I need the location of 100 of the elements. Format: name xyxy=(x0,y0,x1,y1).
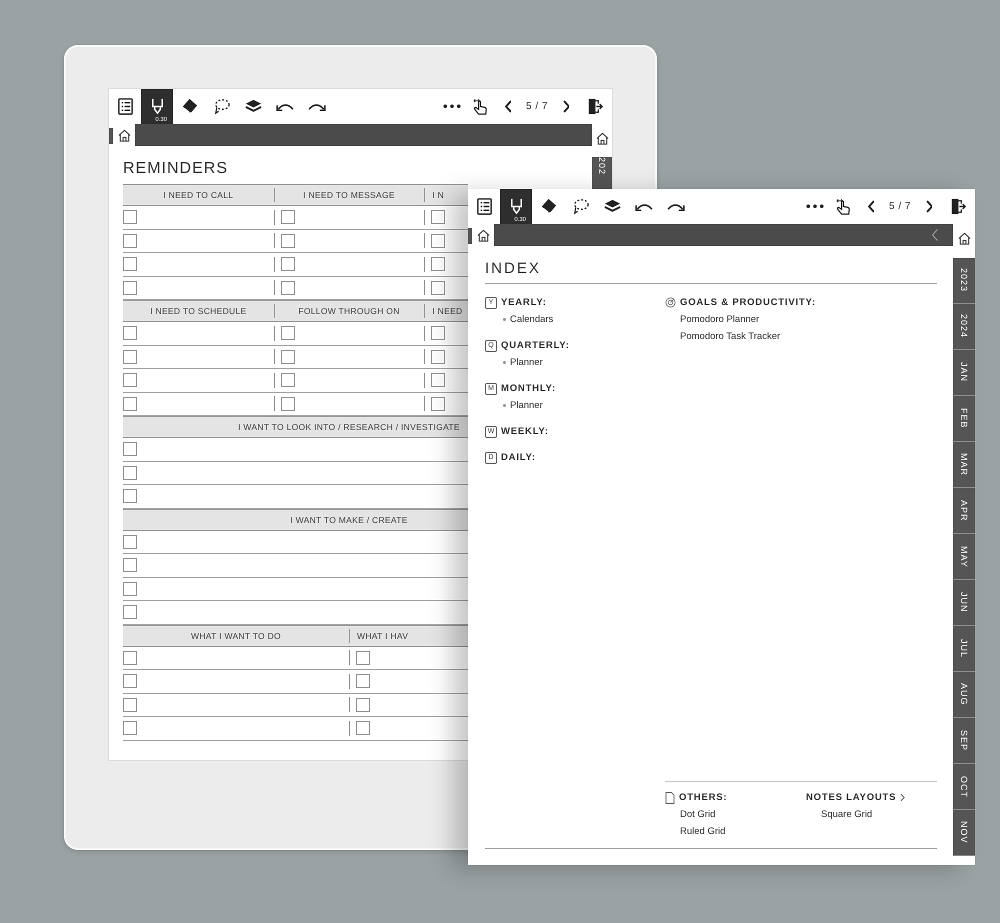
checkbox[interactable] xyxy=(280,373,295,388)
side-tab[interactable]: FEB xyxy=(953,396,975,442)
checkbox[interactable] xyxy=(280,280,295,295)
checkbox[interactable] xyxy=(280,350,295,364)
side-tab[interactable]: JUN xyxy=(953,580,975,626)
checkbox[interactable] xyxy=(280,326,295,340)
redo-icon xyxy=(308,102,326,110)
chevron-right-icon xyxy=(562,100,570,113)
side-tab[interactable]: AUG xyxy=(953,672,975,718)
checkbox[interactable] xyxy=(431,373,446,388)
side-tab[interactable]: 2023 xyxy=(953,258,975,304)
section-title[interactable]: GOALS & PRODUCTIVITY: xyxy=(680,297,816,308)
index-link[interactable]: Planner xyxy=(510,400,543,411)
index-link[interactable]: Calendars xyxy=(510,314,554,325)
checkbox[interactable] xyxy=(356,698,370,712)
checkbox[interactable] xyxy=(123,650,137,665)
chevron-right-icon xyxy=(900,793,906,802)
index-link[interactable]: Planner xyxy=(510,357,543,368)
home-icon[interactable] xyxy=(594,131,610,146)
checkbox[interactable] xyxy=(123,605,137,620)
checkbox[interactable] xyxy=(431,326,446,340)
checkbox[interactable] xyxy=(431,210,446,224)
index-link[interactable]: Dot Grid xyxy=(680,809,716,820)
checkbox[interactable] xyxy=(280,210,295,224)
checkbox[interactable] xyxy=(123,582,137,596)
column-header: I NEED TO MESSAGE xyxy=(302,189,396,202)
hand-icon xyxy=(470,97,490,116)
index-link[interactable]: Square Grid xyxy=(821,809,872,820)
checkbox[interactable] xyxy=(123,674,137,688)
checkbox[interactable] xyxy=(123,257,137,272)
checkbox[interactable] xyxy=(431,350,446,364)
checkbox[interactable] xyxy=(431,280,446,295)
checkbox[interactable] xyxy=(123,280,137,295)
list-icon xyxy=(116,97,134,116)
checkbox[interactable] xyxy=(123,350,137,364)
column-header: I NEED TO SCHEDULE xyxy=(149,305,248,318)
checkbox[interactable] xyxy=(123,234,137,248)
checkbox[interactable] xyxy=(280,396,295,411)
column-header: I NEED TO CALL xyxy=(162,189,234,202)
checkbox[interactable] xyxy=(431,257,446,272)
home-icon[interactable] xyxy=(476,228,490,242)
section-title[interactable]: DAILY: xyxy=(501,452,536,463)
checkbox[interactable] xyxy=(431,234,446,248)
side-tab[interactable]: NOV xyxy=(953,810,975,856)
chevron-left-icon xyxy=(868,200,874,213)
index-link[interactable]: Pomodoro Planner xyxy=(680,314,760,325)
column-header: I WANT TO LOOK INTO / RESEARCH / INVESTIGATE xyxy=(237,421,461,434)
column-header: FOLLOW THROUGH ON xyxy=(297,305,401,318)
column-header: I WANT TO MAKE / CREATE xyxy=(289,514,409,526)
chevron-right-icon xyxy=(926,200,932,213)
hand-icon xyxy=(834,197,853,216)
checkbox[interactable] xyxy=(431,396,446,411)
side-tab[interactable]: JUL xyxy=(953,626,975,672)
checkbox[interactable] xyxy=(356,674,370,688)
section-title[interactable]: YEARLY: xyxy=(501,297,547,308)
page-title: REMINDERS xyxy=(123,160,230,178)
side-tab[interactable]: 202 xyxy=(592,157,612,189)
section-title[interactable]: QUARTERLY: xyxy=(501,340,570,351)
index-link[interactable]: Pomodoro Task Tracker xyxy=(680,331,780,342)
checkbox[interactable] xyxy=(123,466,137,480)
checkbox[interactable] xyxy=(123,698,137,712)
document-icon xyxy=(665,792,675,804)
section-title[interactable]: OTHERS: xyxy=(679,792,728,803)
checkbox[interactable] xyxy=(356,650,370,665)
checkbox[interactable] xyxy=(280,257,295,272)
page-number: 5 / 7 xyxy=(525,100,549,114)
chevron-left-icon xyxy=(504,100,512,113)
checkbox[interactable] xyxy=(123,558,137,572)
home-icon[interactable] xyxy=(956,231,972,246)
list-icon xyxy=(474,197,494,216)
index-link[interactable]: Ruled Grid xyxy=(680,826,726,837)
side-tab[interactable]: MAR xyxy=(953,442,975,488)
chevron-left-icon[interactable] xyxy=(931,228,939,242)
checkbox[interactable] xyxy=(123,442,137,456)
side-tab[interactable]: MAY xyxy=(953,534,975,580)
side-tab[interactable]: OCT xyxy=(953,764,975,810)
side-tab[interactable]: SEP xyxy=(953,718,975,764)
side-tab[interactable]: APR xyxy=(953,488,975,534)
redo-icon xyxy=(667,202,685,210)
home-icon[interactable] xyxy=(116,128,132,142)
column-header: I NEED xyxy=(431,305,464,318)
side-tab[interactable]: JAN xyxy=(953,350,975,396)
section-title[interactable]: MONTHLY: xyxy=(501,383,556,394)
side-tab[interactable]: 2024 xyxy=(953,304,975,350)
target-icon xyxy=(665,297,676,308)
checkbox[interactable] xyxy=(123,489,137,504)
checkbox[interactable] xyxy=(280,234,295,248)
page-title: INDEX xyxy=(485,260,937,284)
checkbox[interactable] xyxy=(123,396,137,411)
page-number: 5 / 7 xyxy=(888,200,912,214)
checkbox[interactable] xyxy=(356,721,370,736)
column-header: WHAT I WANT TO DO xyxy=(190,630,282,642)
checkbox[interactable] xyxy=(123,373,137,388)
checkbox[interactable] xyxy=(123,534,137,549)
checkbox[interactable] xyxy=(123,326,137,340)
section-title[interactable]: WEEKLY: xyxy=(501,426,549,437)
checkbox[interactable] xyxy=(123,721,137,736)
section-title[interactable]: NOTES LAYOUTS xyxy=(806,792,896,803)
column-header: I N xyxy=(431,189,446,202)
checkbox[interactable] xyxy=(123,210,137,224)
